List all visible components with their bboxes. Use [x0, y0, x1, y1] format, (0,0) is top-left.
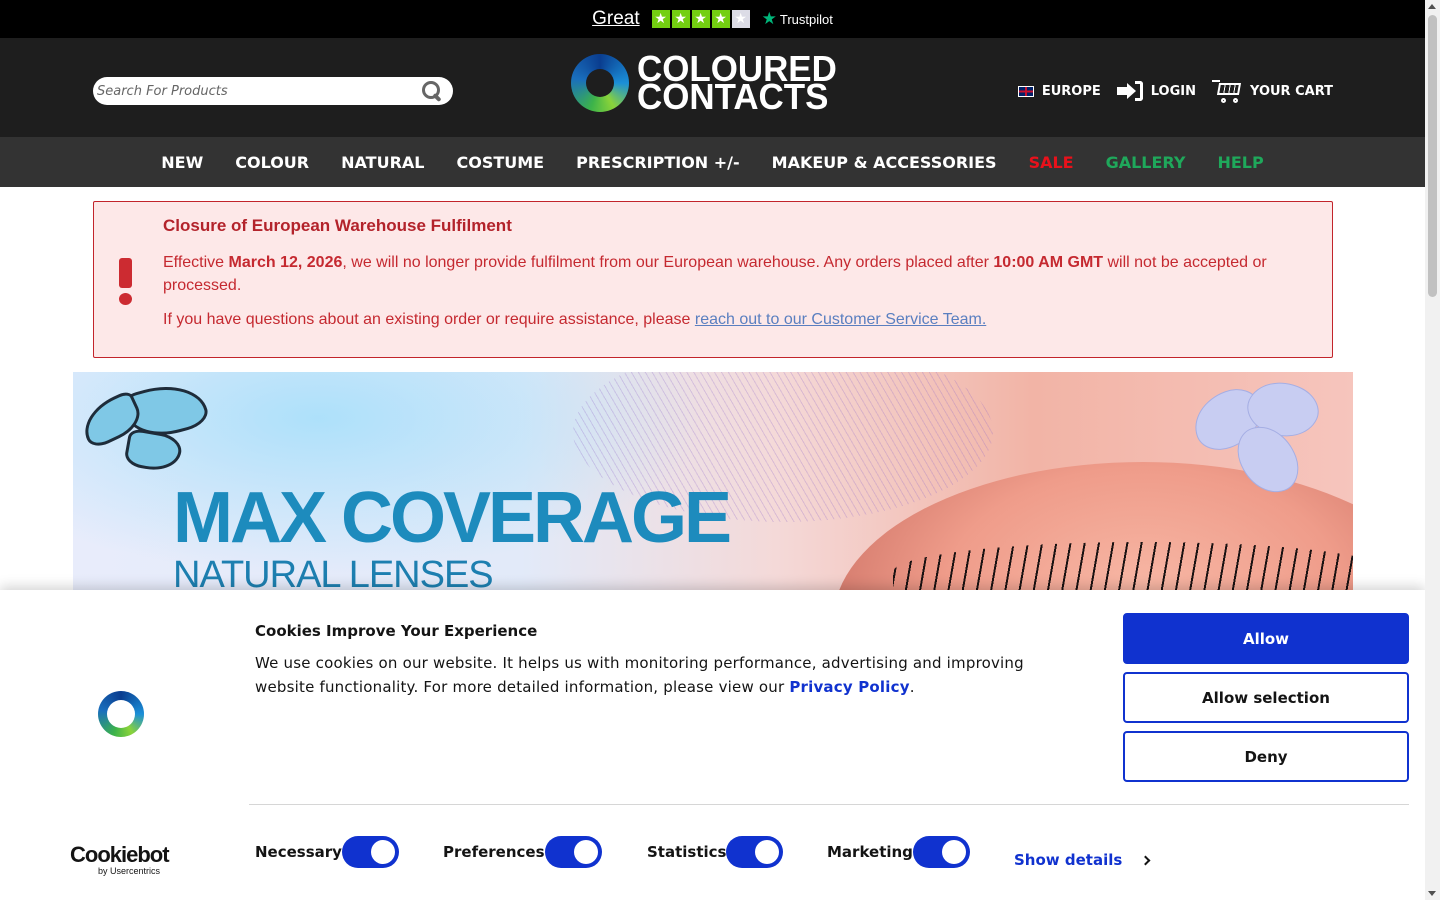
main-nav: NEW COLOUR NATURAL COSTUME PRESCRIPTION … [0, 137, 1425, 187]
nav-item-sale[interactable]: SALE [1013, 153, 1090, 172]
cookiebot-logo: Cookiebot by Usercentrics [70, 842, 170, 877]
toggle-switch[interactable] [341, 836, 399, 868]
star-icon: ★ [711, 10, 730, 28]
toggle-label: Preferences [443, 843, 545, 861]
region-selector[interactable]: EUROPE [1017, 83, 1101, 99]
trustpilot-rating-text[interactable]: Great [592, 8, 640, 30]
toggle-switch[interactable] [726, 836, 784, 868]
toggle-switch[interactable] [544, 836, 602, 868]
toggle-marketing[interactable]: Marketing [827, 836, 970, 868]
site-logo[interactable]: COLOURED CONTACTS [571, 51, 843, 115]
hero-banner[interactable]: MAX COVERAGE NATURAL LENSES [73, 372, 1353, 602]
hero-title: MAX COVERAGE [173, 478, 732, 558]
nav-item-natural[interactable]: NATURAL [325, 153, 440, 172]
chevron-right-icon [1140, 855, 1151, 865]
privacy-policy-link[interactable]: Privacy Policy [789, 678, 909, 696]
deny-button[interactable]: Deny [1123, 731, 1409, 782]
customer-service-link[interactable]: reach out to our Customer Service Team. [695, 311, 986, 328]
site-header: COLOURED CONTACTS EUROPE LOGIN YOUR CART [0, 38, 1425, 137]
nav-item-costume[interactable]: COSTUME [440, 153, 560, 172]
login-label: LOGIN [1150, 83, 1196, 99]
alert-paragraph-2: If you have questions about an existing … [163, 311, 987, 328]
page-scrollbar[interactable] [1425, 0, 1440, 900]
toggle-preferences[interactable]: Preferences [443, 836, 602, 868]
scroll-up-icon[interactable] [1428, 4, 1436, 9]
butterfly-image [75, 375, 221, 475]
star-icon: ★ [731, 10, 750, 28]
search-icon[interactable] [421, 80, 443, 102]
cookie-title: Cookies Improve Your Experience [255, 622, 538, 640]
nav-item-new[interactable]: NEW [145, 153, 219, 172]
trustpilot-logo: ★ Trustpilot [762, 9, 833, 29]
cart-link[interactable]: YOUR CART [1212, 78, 1333, 104]
login-link[interactable]: LOGIN [1116, 81, 1196, 101]
closure-alert: Closure of European Warehouse Fulfilment… [93, 201, 1333, 358]
toggle-label: Marketing [827, 843, 913, 861]
page: Great ★ ★ ★ ★ ★ ★ Trustpilot COLOURED CO… [0, 0, 1425, 900]
alert-paragraph-1: Effective March 12, 2026, we will no lon… [163, 254, 1267, 294]
login-icon [1116, 81, 1143, 101]
allow-selection-button[interactable]: Allow selection [1123, 672, 1409, 723]
nav-item-prescription[interactable]: PRESCRIPTION +/- [560, 153, 756, 172]
scroll-thumb[interactable] [1428, 15, 1437, 297]
trustpilot-brand: Trustpilot [779, 11, 833, 27]
alert-time: 10:00 AM GMT [993, 254, 1104, 271]
alert-date: March 12, 2026 [228, 254, 343, 271]
scroll-down-icon[interactable] [1428, 891, 1436, 896]
nav-item-help[interactable]: HELP [1201, 153, 1279, 172]
logo-line-2: CONTACTS [637, 76, 829, 117]
nav-item-makeup-accessories[interactable]: MAKEUP & ACCESSORIES [756, 153, 1013, 172]
alert-title: Closure of European Warehouse Fulfilment [163, 216, 512, 235]
search-bar [93, 77, 453, 105]
nav-item-gallery[interactable]: GALLERY [1090, 153, 1202, 172]
search-input[interactable] [97, 83, 421, 99]
alert-body: Effective March 12, 2026, we will no lon… [163, 251, 1312, 331]
header-actions: EUROPE LOGIN YOUR CART [1002, 76, 1333, 106]
trustpilot-star-icon: ★ [761, 9, 777, 28]
trustpilot-bar[interactable]: Great ★ ★ ★ ★ ★ ★ Trustpilot [0, 0, 1425, 38]
star-icon: ★ [691, 10, 710, 28]
toggle-necessary[interactable]: Necessary [255, 836, 399, 868]
cookie-text: We use cookies on our website. It helps … [255, 654, 1024, 696]
nav-item-colour[interactable]: COLOUR [219, 153, 325, 172]
uk-flag-icon [1017, 85, 1034, 97]
exclamation-icon [116, 258, 136, 308]
cookie-banner: Cookies Improve Your Experience We use c… [0, 590, 1425, 900]
star-icon: ★ [671, 10, 690, 28]
toggle-label: Necessary [255, 843, 342, 861]
trustpilot-stars: ★ ★ ★ ★ ★ [651, 10, 750, 28]
divider [249, 804, 1409, 805]
toggle-statistics[interactable]: Statistics [647, 836, 784, 868]
cart-label: YOUR CART [1250, 83, 1333, 99]
allow-button[interactable]: Allow [1123, 613, 1409, 664]
flower-image [1185, 372, 1333, 502]
toggle-switch[interactable] [912, 836, 970, 868]
site-logo-icon [98, 691, 144, 737]
star-icon: ★ [651, 10, 670, 28]
logo-ring-icon [571, 54, 629, 112]
region-label: EUROPE [1041, 83, 1101, 99]
cart-icon [1212, 78, 1242, 104]
toggle-label: Statistics [647, 843, 727, 861]
show-details-link[interactable]: Show details [1014, 851, 1151, 869]
